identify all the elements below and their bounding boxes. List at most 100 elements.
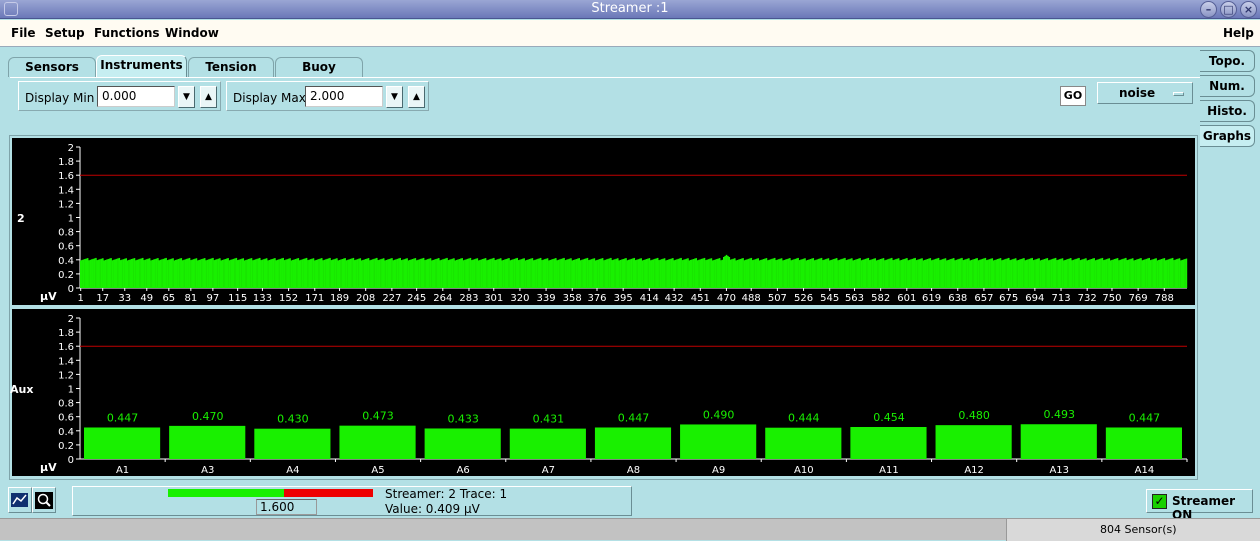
go-button[interactable]: GO — [1060, 86, 1086, 106]
sensor-bar — [888, 258, 890, 288]
sensor-bar — [672, 258, 674, 288]
sensor-bar — [421, 258, 424, 288]
sensor-bar — [115, 258, 118, 288]
sensor-bar — [824, 259, 827, 288]
menu-setup[interactable]: Setup — [45, 26, 85, 40]
sensor-bar — [725, 254, 728, 288]
x-tick-label: A4 — [286, 465, 299, 476]
sensor-bar — [1166, 259, 1168, 288]
sensor-bar — [919, 258, 922, 288]
mode-dropdown[interactable]: noise — [1097, 82, 1193, 104]
display-min-down-button[interactable]: ▼ — [178, 86, 195, 108]
sensor-bar — [545, 258, 547, 288]
sensor-bar — [309, 259, 312, 288]
sensor-bar — [775, 260, 777, 288]
menu-functions[interactable]: Functions — [94, 26, 160, 40]
sensor-bar — [429, 258, 432, 288]
menu-window[interactable]: Window — [165, 26, 219, 40]
sensor-bar — [104, 259, 107, 288]
sensor-bar — [553, 258, 556, 288]
sensor-bar — [870, 259, 872, 288]
sensor-bar — [338, 259, 341, 288]
sensor-bar — [449, 259, 451, 288]
display-max-input[interactable]: 2.000 — [305, 86, 383, 107]
sensor-bar — [852, 260, 854, 288]
sensor-bar — [1054, 257, 1057, 288]
sensor-bar — [924, 259, 926, 288]
sensor-bar — [119, 260, 122, 288]
sensor-bar — [144, 259, 147, 288]
display-max-up-button[interactable]: ▲ — [408, 86, 425, 108]
tab-sensors[interactable]: Sensors — [8, 57, 96, 77]
side-tab-num[interactable]: Num. — [1200, 75, 1255, 97]
sensor-bar — [581, 259, 583, 288]
level-value[interactable]: 1.600 — [256, 499, 317, 515]
close-icon[interactable]: × — [1240, 1, 1257, 18]
sensor-bar — [711, 260, 714, 288]
sensor-bar — [172, 258, 174, 288]
display-min-up-button[interactable]: ▲ — [200, 86, 217, 108]
menu-file[interactable]: File — [11, 26, 36, 40]
sensor-bar — [202, 258, 205, 288]
sensor-bar — [272, 258, 275, 288]
minimize-icon[interactable]: – — [1200, 1, 1217, 18]
sensor-bar — [348, 259, 351, 288]
tab-instruments[interactable]: Instruments — [96, 55, 187, 78]
sensor-bar — [827, 258, 830, 288]
tab-buoy-current[interactable]: Buoy Current — [275, 57, 363, 93]
sensor-bar — [431, 260, 433, 288]
sensor-bar — [637, 259, 640, 288]
sensor-bar — [713, 259, 715, 288]
sensor-bar — [1173, 260, 1175, 288]
menu-help[interactable]: Help — [1223, 26, 1254, 40]
maximize-icon[interactable]: □ — [1220, 1, 1237, 18]
graph-options-button[interactable] — [8, 487, 32, 513]
sensor-bar — [670, 258, 673, 288]
aux-bar — [594, 427, 672, 459]
sensor-bar — [555, 258, 557, 288]
x-tick-label: 33 — [118, 293, 131, 304]
sensor-bar — [1087, 259, 1090, 288]
side-tab-graphs[interactable]: Graphs — [1200, 125, 1255, 147]
sensor-bar — [1162, 258, 1164, 288]
sensor-bar — [279, 258, 282, 288]
x-tick-label: 49 — [140, 293, 153, 304]
zoom-button[interactable] — [32, 487, 56, 513]
display-min-input[interactable]: 0.000 — [97, 86, 175, 107]
tab-tension[interactable]: Tension — [188, 57, 274, 77]
sensor-bar — [765, 258, 768, 288]
sensor-bar — [837, 260, 839, 288]
side-tab-histo[interactable]: Histo. — [1200, 100, 1255, 122]
sensor-bar — [387, 259, 389, 288]
sensor-bar — [370, 259, 373, 288]
sensor-bar — [557, 259, 560, 288]
side-tab-topo[interactable]: Topo. — [1200, 50, 1255, 72]
sensor-bar — [1038, 258, 1040, 288]
sensor-bar — [139, 258, 141, 288]
aux-value-label: 0.480 — [958, 409, 990, 422]
sensor-bar — [802, 258, 805, 288]
sensor-bar — [495, 259, 498, 288]
aux-bar — [850, 426, 927, 459]
sensor-bar — [209, 258, 212, 288]
sensor-bar — [583, 258, 586, 288]
sensor-bar — [88, 260, 90, 288]
sensor-bar — [841, 258, 843, 288]
sensor-bar — [754, 259, 757, 288]
sensor-bar — [571, 260, 574, 288]
aux-value-label: 0.454 — [873, 411, 905, 424]
sensor-bar — [484, 258, 487, 288]
sensor-bar — [673, 260, 676, 288]
sensor-bar — [974, 258, 977, 288]
streamer-on-toggle[interactable]: ✓ Streamer ON — [1146, 489, 1253, 522]
sensor-bar — [1036, 258, 1039, 288]
sensor-bar — [596, 259, 598, 288]
display-max-down-button[interactable]: ▼ — [386, 86, 403, 108]
sensor-bar — [641, 260, 644, 288]
sensor-bar — [663, 258, 666, 288]
x-tick-label: 563 — [845, 293, 864, 304]
sensor-bar — [669, 259, 671, 288]
sensor-bar — [868, 260, 871, 288]
sensor-bar — [285, 259, 287, 288]
y-tick-label: 0 — [68, 455, 74, 466]
